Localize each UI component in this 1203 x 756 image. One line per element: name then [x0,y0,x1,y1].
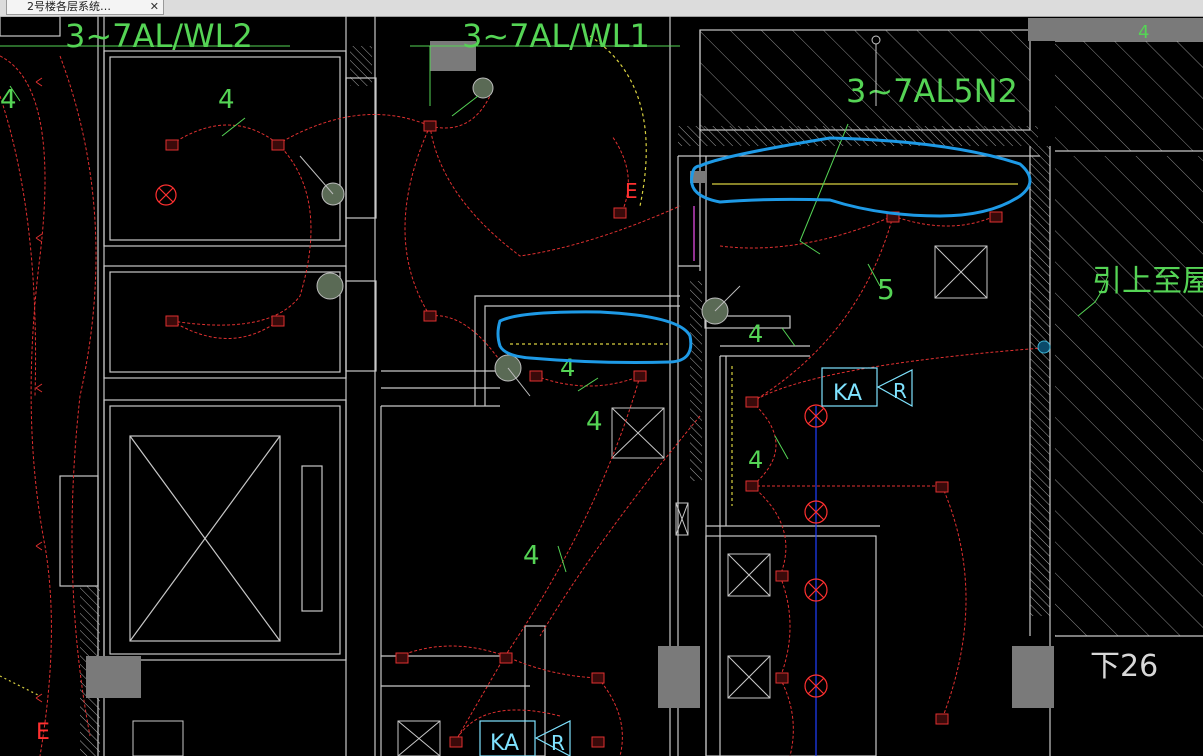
circuit-label-wl2: 3~7AL/WL2 [65,17,253,55]
e-label-1: E [625,179,638,203]
e-label-2: E [36,720,50,745]
count-label-6: 4 [748,446,763,474]
count-label-2: 4 [560,354,575,382]
count-label-5: 4 [586,407,603,437]
count-label-7: 4 [523,541,540,571]
markup-ellipse-lower[interactable] [496,310,693,364]
drawing-tab-title: 2号楼各层系统… [27,0,111,13]
drawing-tab[interactable]: 2号楼各层系统… ✕ [6,0,164,15]
ka-alarm-device-1: KA R [821,367,913,408]
count-label-3: 5 [877,273,895,306]
elevation-label: 下26 [1090,649,1158,684]
document-tab-bar: 2号楼各层系统… ✕ [0,0,1203,17]
circuit-label-top-right: 3~7AL5N2 [846,72,1018,110]
count-label-8: 4 [0,85,17,115]
count-label-4: 4 [748,320,763,348]
riser-note: 引上至屋 [1092,264,1203,299]
count-label-1: 4 [218,85,235,115]
r-label-1: R [893,379,907,403]
r-label-2: R [551,731,565,755]
circuit-label-wl1: 3~7AL/WL1 [462,17,650,55]
wire-arrow-markers [35,77,43,703]
cad-drawing-canvas[interactable]: KA R KA R 3~7AL/WL2 3~7AL/WL1 3~7AL5N2 引… [0,16,1203,756]
ka-label-1: KA [833,381,862,406]
markup-annotations[interactable] [496,136,1032,364]
count-label-9: 4 [1138,22,1149,43]
close-tab-icon[interactable]: ✕ [150,0,159,13]
markup-ellipse-upper[interactable] [690,136,1032,218]
ka-label-2: KA [490,731,519,756]
shaft-boxes [132,245,988,756]
